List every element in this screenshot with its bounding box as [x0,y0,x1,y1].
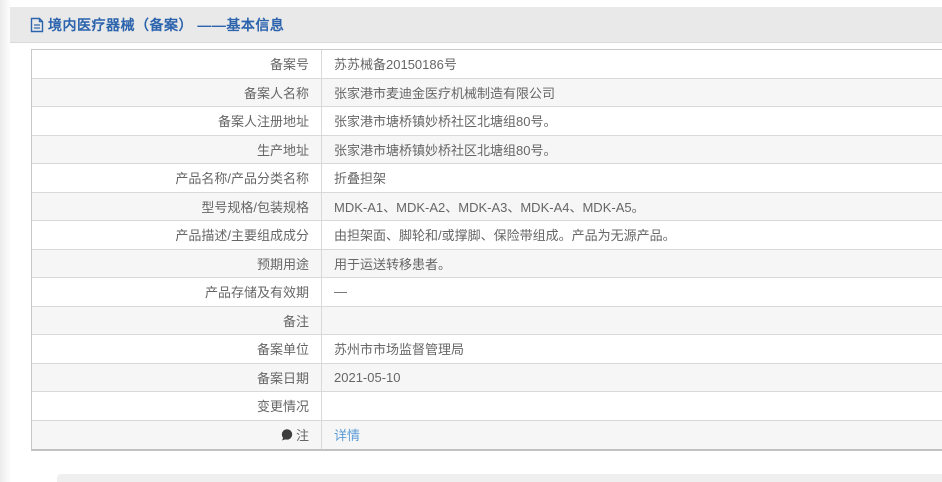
table-row: 备案日期 2021-05-10 [32,363,942,392]
row-label-text: 备案人注册地址 [217,114,309,130]
row-label-text: 产品存储及有效期 [204,285,309,301]
row-value: 2021-05-10 [334,369,401,385]
row-label-text: 备案单位 [256,342,309,358]
table-row: 注 详情 [32,420,942,450]
speech-bubble-icon [281,428,293,441]
row-value: — [334,284,347,300]
row-label: 产品名称/产品分类名称 [32,164,322,192]
table-row: 产品存储及有效期 — [32,278,942,307]
row-value [322,392,942,420]
table-row: 备注 [32,306,942,335]
row-label: 产品存储及有效期 [32,278,322,306]
table-row: 变更情况 [32,392,942,421]
row-label: 变更情况 [32,392,322,420]
details-link[interactable]: 详情 [334,425,360,444]
row-label-text: 备案号 [269,57,309,73]
row-value: 详情 [322,421,942,450]
row-value: MDK-A1、MDK-A2、MDK-A3、MDK-A4、MDK-A5。 [334,199,645,215]
table-row: 备案人名称 张家港市麦迪金医疗机械制造有限公司 [32,78,942,107]
row-value [322,307,942,335]
row-label: 备案单位 [32,335,322,363]
row-label-text: 注 [295,428,309,444]
row-value: 用于运送转移患者。 [334,256,452,272]
row-value: 张家港市塘桥镇妙桥社区北塘组80号。 [334,114,557,130]
row-value: 张家港市麦迪金医疗机械制造有限公司 [334,85,556,101]
table-row: 产品名称/产品分类名称 折叠担架 [32,164,942,193]
row-label: 生产地址 [32,135,322,163]
row-label: 备案人注册地址 [32,107,322,135]
row-label-text: 备案人名称 [243,85,309,101]
row-label-text: 型号规格/包装规格 [201,199,309,215]
row-label: 备注 [32,306,322,334]
row-label: 预期用途 [32,249,322,277]
row-label-text: 预期用途 [256,256,309,272]
table-row: 备案号 苏苏械备20150186号 [32,50,942,79]
row-value: 由担架面、脚轮和/或撑脚、保险带组成。产品为无源产品。 [334,228,676,244]
row-label: 备案人名称 [32,78,322,106]
row-label: 产品描述/主要组成成分 [32,221,322,249]
row-label-text: 备注 [282,313,309,329]
row-label: 型号规格/包装规格 [32,192,322,220]
row-value: 折叠担架 [334,171,387,187]
row-value: 苏州市市场监督管理局 [334,342,465,358]
table-row: 备案人注册地址 张家港市塘桥镇妙桥社区北塘组80号。 [32,107,942,136]
table-row: 预期用途 用于运送转移患者。 [32,249,942,278]
row-label-text: 备案日期 [256,370,309,386]
row-label-text: 产品描述/主要组成成分 [175,228,309,244]
document-icon [30,17,44,33]
table-row: 产品描述/主要组成成分 由担架面、脚轮和/或撑脚、保险带组成。产品为无源产品。 [32,221,942,250]
row-label-text: 产品名称/产品分类名称 [175,171,309,187]
table-row: 备案单位 苏州市市场监督管理局 [32,335,942,364]
row-value: 张家港市塘桥镇妙桥社区北塘组80号。 [334,142,557,158]
page-edge-shadow [0,0,11,482]
section-header: 境内医疗器械（备案） ——基本信息 [10,7,942,43]
next-panel-edge [57,474,942,482]
info-table: 备案号 苏苏械备20150186号 备案人名称 张家港市麦迪金医疗机械制造有限公… [31,49,942,451]
row-label-text: 变更情况 [256,399,309,415]
row-value: 苏苏械备20150186号 [334,57,457,73]
row-label: 备案日期 [32,363,322,391]
row-label: 备案号 [32,50,322,78]
row-label-text: 生产地址 [256,142,309,158]
table-row: 生产地址 张家港市塘桥镇妙桥社区北塘组80号。 [32,135,942,164]
page-title: 境内医疗器械（备案） ——基本信息 [30,15,284,35]
page-title-text: 境内医疗器械（备案） ——基本信息 [48,16,285,33]
table-row: 型号规格/包装规格 MDK-A1、MDK-A2、MDK-A3、MDK-A4、MD… [32,192,942,221]
row-label: 注 [32,420,322,449]
